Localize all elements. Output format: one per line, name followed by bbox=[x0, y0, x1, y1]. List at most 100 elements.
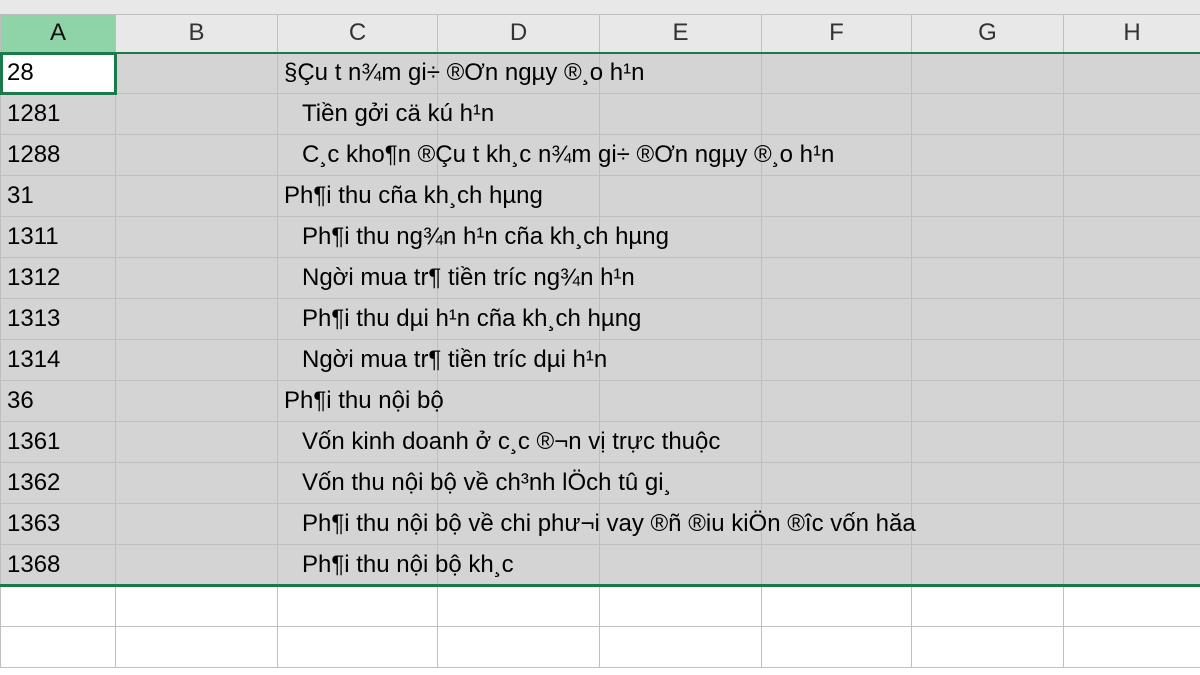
cell-blank-F-0[interactable] bbox=[762, 586, 912, 627]
cell-F-0[interactable] bbox=[762, 53, 912, 94]
cell-H-6[interactable] bbox=[1064, 299, 1200, 340]
cell-B-2[interactable] bbox=[116, 135, 278, 176]
cell-H-10[interactable] bbox=[1064, 463, 1200, 504]
cell-H-7[interactable] bbox=[1064, 340, 1200, 381]
cell-B-1[interactable] bbox=[116, 94, 278, 135]
cell-blank-E-1[interactable] bbox=[600, 627, 762, 668]
cell-blank-B-0[interactable] bbox=[116, 586, 278, 627]
cell-blank-A-0[interactable] bbox=[1, 586, 116, 627]
cell-E-8[interactable] bbox=[600, 381, 762, 422]
cell-F-6[interactable] bbox=[762, 299, 912, 340]
cell-F-3[interactable] bbox=[762, 176, 912, 217]
cell-A-1[interactable]: 1281 bbox=[1, 94, 116, 135]
cell-E-3[interactable] bbox=[600, 176, 762, 217]
cell-E-9[interactable] bbox=[600, 422, 762, 463]
cell-A-2[interactable]: 1288 bbox=[1, 135, 116, 176]
cell-E-10[interactable] bbox=[600, 463, 762, 504]
cell-D-10[interactable] bbox=[438, 463, 600, 504]
cell-blank-E-0[interactable] bbox=[600, 586, 762, 627]
cell-E-7[interactable] bbox=[600, 340, 762, 381]
cell-D-3[interactable] bbox=[438, 176, 600, 217]
column-header-E[interactable]: E bbox=[600, 15, 762, 53]
cell-E-11[interactable] bbox=[600, 504, 762, 545]
cell-F-2[interactable] bbox=[762, 135, 912, 176]
cell-G-4[interactable] bbox=[912, 217, 1064, 258]
cell-G-12[interactable] bbox=[912, 545, 1064, 586]
cell-D-7[interactable] bbox=[438, 340, 600, 381]
cell-D-9[interactable] bbox=[438, 422, 600, 463]
cell-F-1[interactable] bbox=[762, 94, 912, 135]
cell-E-6[interactable] bbox=[600, 299, 762, 340]
cell-B-4[interactable] bbox=[116, 217, 278, 258]
cell-H-12[interactable] bbox=[1064, 545, 1200, 586]
cell-A-5[interactable]: 1312 bbox=[1, 258, 116, 299]
cell-D-4[interactable] bbox=[438, 217, 600, 258]
cell-F-11[interactable] bbox=[762, 504, 912, 545]
cell-C-6[interactable]: Ph¶i thu dµi h¹n cña kh¸ch hµng bbox=[278, 299, 438, 340]
cell-B-11[interactable] bbox=[116, 504, 278, 545]
cell-D-5[interactable] bbox=[438, 258, 600, 299]
cell-C-2[interactable]: C¸c kho¶n ®Çu t­ kh¸c n¾m gi÷ ®Ơn ngµy ®… bbox=[278, 135, 438, 176]
cell-H-1[interactable] bbox=[1064, 94, 1200, 135]
cell-F-5[interactable] bbox=[762, 258, 912, 299]
cell-G-10[interactable] bbox=[912, 463, 1064, 504]
cell-B-8[interactable] bbox=[116, 381, 278, 422]
cell-B-3[interactable] bbox=[116, 176, 278, 217]
cell-blank-B-1[interactable] bbox=[116, 627, 278, 668]
cell-blank-F-1[interactable] bbox=[762, 627, 912, 668]
column-header-D[interactable]: D bbox=[438, 15, 600, 53]
cell-B-10[interactable] bbox=[116, 463, 278, 504]
cell-A-9[interactable]: 1361 bbox=[1, 422, 116, 463]
cell-blank-G-1[interactable] bbox=[912, 627, 1064, 668]
cell-E-2[interactable] bbox=[600, 135, 762, 176]
column-header-G[interactable]: G bbox=[912, 15, 1064, 53]
column-header-A[interactable]: A bbox=[1, 15, 116, 53]
cell-G-2[interactable] bbox=[912, 135, 1064, 176]
cell-D-11[interactable] bbox=[438, 504, 600, 545]
cell-C-10[interactable]: Vốn thu nội bộ về ch³nh lÖch tû gi¸ bbox=[278, 463, 438, 504]
cell-H-9[interactable] bbox=[1064, 422, 1200, 463]
cell-E-12[interactable] bbox=[600, 545, 762, 586]
cell-C-11[interactable]: Ph¶i thu nội bộ về chi phư¬i vay ®ñ ®iu … bbox=[278, 504, 438, 545]
cell-H-5[interactable] bbox=[1064, 258, 1200, 299]
column-header-H[interactable]: H bbox=[1064, 15, 1200, 53]
column-header-C[interactable]: C bbox=[278, 15, 438, 53]
cell-blank-H-0[interactable] bbox=[1064, 586, 1200, 627]
cell-H-2[interactable] bbox=[1064, 135, 1200, 176]
cell-E-4[interactable] bbox=[600, 217, 762, 258]
cell-blank-A-1[interactable] bbox=[1, 627, 116, 668]
cell-F-9[interactable] bbox=[762, 422, 912, 463]
cell-F-7[interactable] bbox=[762, 340, 912, 381]
cell-H-4[interactable] bbox=[1064, 217, 1200, 258]
column-header-B[interactable]: B bbox=[116, 15, 278, 53]
cell-H-11[interactable] bbox=[1064, 504, 1200, 545]
cell-F-8[interactable] bbox=[762, 381, 912, 422]
cell-C-12[interactable]: Ph¶i thu nội bộ kh¸c bbox=[278, 545, 438, 586]
cell-A-3[interactable]: 31 bbox=[1, 176, 116, 217]
cell-E-1[interactable] bbox=[600, 94, 762, 135]
cell-D-12[interactable] bbox=[438, 545, 600, 586]
cell-A-0[interactable]: 28 bbox=[1, 53, 116, 94]
cell-B-9[interactable] bbox=[116, 422, 278, 463]
cell-B-5[interactable] bbox=[116, 258, 278, 299]
cell-H-8[interactable] bbox=[1064, 381, 1200, 422]
cell-C-8[interactable]: Ph¶i thu nội bộ bbox=[278, 381, 438, 422]
grid[interactable]: ABCDEFGH 28 §Çu t­ n¾m gi÷ ®Ơn ngµy ®¸o h… bbox=[0, 14, 1200, 668]
column-header-F[interactable]: F bbox=[762, 15, 912, 53]
cell-blank-D-1[interactable] bbox=[438, 627, 600, 668]
cell-F-12[interactable] bbox=[762, 545, 912, 586]
cell-blank-G-0[interactable] bbox=[912, 586, 1064, 627]
cell-D-0[interactable] bbox=[438, 53, 600, 94]
cell-G-8[interactable] bbox=[912, 381, 1064, 422]
cell-C-9[interactable]: Vốn kinh doanh ở c¸c ®¬n vị trực thuộc bbox=[278, 422, 438, 463]
cell-G-3[interactable] bbox=[912, 176, 1064, 217]
cell-C-0[interactable]: §Çu t­ n¾m gi÷ ®Ơn ngµy ®¸o h¹n bbox=[278, 53, 438, 94]
cell-D-8[interactable] bbox=[438, 381, 600, 422]
cell-G-1[interactable] bbox=[912, 94, 1064, 135]
cell-D-6[interactable] bbox=[438, 299, 600, 340]
cell-blank-D-0[interactable] bbox=[438, 586, 600, 627]
cell-F-10[interactable] bbox=[762, 463, 912, 504]
cell-C-5[interactable]: Ng­ời mua tr¶ tiền tr­íc ng¾n h¹n bbox=[278, 258, 438, 299]
cell-A-6[interactable]: 1313 bbox=[1, 299, 116, 340]
cell-E-5[interactable] bbox=[600, 258, 762, 299]
